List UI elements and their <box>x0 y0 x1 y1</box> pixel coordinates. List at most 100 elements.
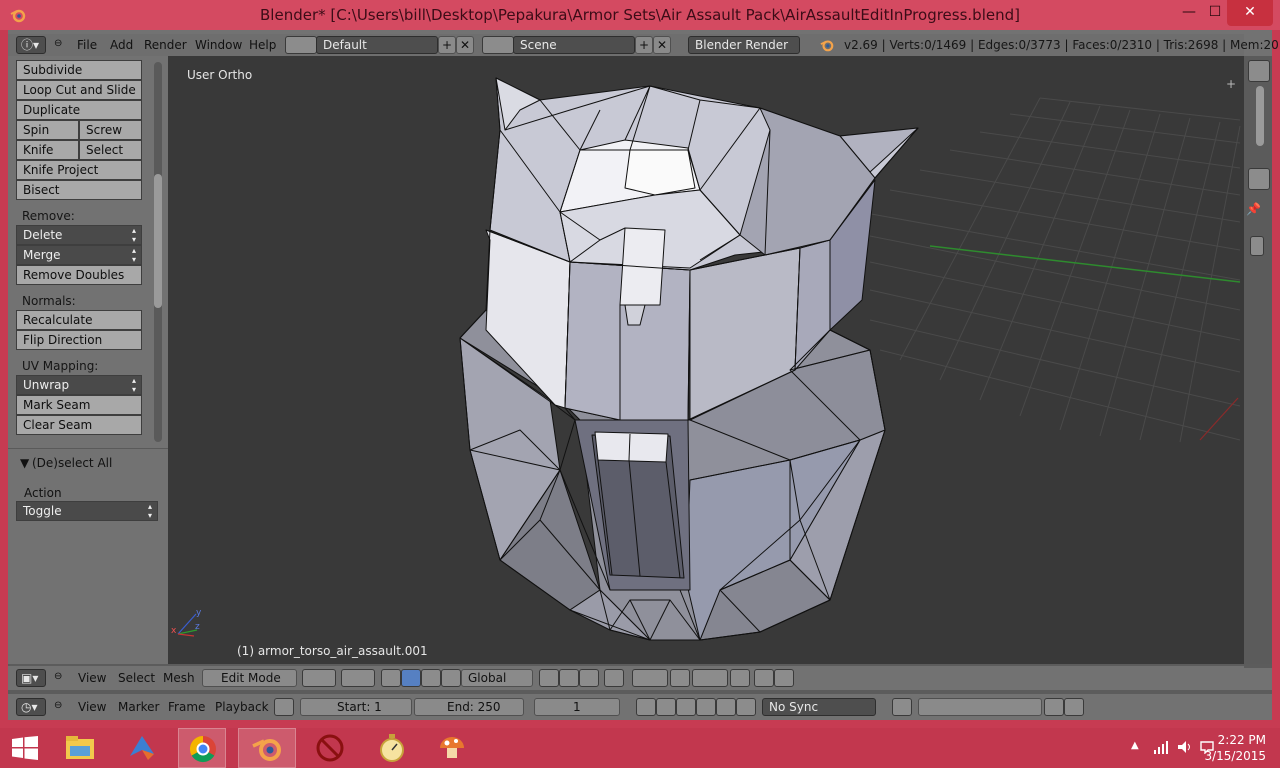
loop-cut-button[interactable]: Loop Cut and Slide <box>16 80 142 100</box>
windows-start-icon[interactable] <box>12 736 38 760</box>
viewport-plus-icon[interactable]: + <box>1226 78 1238 90</box>
app-bird-icon[interactable] <box>118 728 166 768</box>
network-signal-icon[interactable] <box>1153 740 1169 754</box>
menu-window[interactable]: Window <box>195 38 242 52</box>
collapse-menus-icon[interactable]: ⊖ <box>54 671 62 682</box>
limit-selection-icon[interactable] <box>604 669 624 687</box>
jump-prev-keyframe-icon[interactable] <box>656 698 676 716</box>
subdivide-button[interactable]: Subdivide <box>16 60 142 80</box>
menu-mesh[interactable]: Mesh <box>163 671 195 685</box>
remove-doubles-button[interactable]: Remove Doubles <box>16 265 142 285</box>
add-scene-icon[interactable]: + <box>635 36 653 54</box>
jump-start-icon[interactable] <box>636 698 656 716</box>
menu-add[interactable]: Add <box>110 38 133 52</box>
volume-icon[interactable] <box>1177 740 1193 754</box>
blocked-app-icon[interactable] <box>306 728 354 768</box>
menu-frame[interactable]: Frame <box>168 700 205 714</box>
pivot-point-icon[interactable] <box>341 669 375 687</box>
tool-shelf-scroll-thumb[interactable] <box>154 174 162 308</box>
vertex-select-icon[interactable] <box>539 669 559 687</box>
collapse-menus-icon[interactable]: ⊖ <box>54 38 62 49</box>
delete-scene-icon[interactable]: ✕ <box>653 36 671 54</box>
collapse-menus-icon[interactable]: ⊖ <box>54 700 62 711</box>
bisect-button[interactable]: Bisect <box>16 180 142 200</box>
blender-taskbar-icon[interactable] <box>238 728 296 768</box>
viewport-shading-icon[interactable] <box>302 669 336 687</box>
rotate-manipulator-icon[interactable] <box>421 669 441 687</box>
translate-manipulator-icon[interactable] <box>401 669 421 687</box>
knife-project-button[interactable]: Knife Project <box>16 160 142 180</box>
knife-button[interactable]: Knife <box>16 140 79 160</box>
recalculate-button[interactable]: Recalculate <box>16 310 142 330</box>
add-screen-icon[interactable]: + <box>438 36 456 54</box>
3d-viewport[interactable]: User Ortho (1) armor_torso_air_assault.0… <box>168 56 1244 664</box>
flip-direction-button[interactable]: Flip Direction <box>16 330 142 350</box>
scene-field[interactable]: Scene <box>513 36 635 54</box>
current-frame-field[interactable]: 1 <box>534 698 620 716</box>
play-reverse-icon[interactable] <box>676 698 696 716</box>
mushroom-app-icon[interactable] <box>428 728 476 768</box>
snap-toggle-icon[interactable] <box>670 669 690 687</box>
manipulator-toggle-icon[interactable] <box>381 669 401 687</box>
duplicate-button[interactable]: Duplicate <box>16 100 142 120</box>
close-button[interactable]: ✕ <box>1227 0 1273 26</box>
action-select[interactable]: Toggle <box>16 501 158 521</box>
sync-mode-select[interactable]: No Sync <box>762 698 876 716</box>
menu-marker[interactable]: Marker <box>118 700 159 714</box>
show-hidden-icons[interactable]: ▲ <box>1131 740 1139 751</box>
render-engine-select[interactable]: Blender Render <box>688 36 800 54</box>
menu-render[interactable]: Render <box>144 38 187 52</box>
outliner-scrollbar[interactable] <box>1256 86 1264 146</box>
end-frame-field[interactable]: End: 250 <box>414 698 524 716</box>
record-icon[interactable] <box>892 698 912 716</box>
properties-icon[interactable] <box>1248 168 1270 190</box>
editor-type-timeline-icon[interactable]: ◷▾ <box>16 698 46 716</box>
edge-select-icon[interactable] <box>559 669 579 687</box>
jump-next-keyframe-icon[interactable] <box>716 698 736 716</box>
menu-view[interactable]: View <box>78 700 106 714</box>
menu-select[interactable]: Select <box>118 671 155 685</box>
file-explorer-icon[interactable] <box>56 728 104 768</box>
delete-screen-icon[interactable]: ✕ <box>456 36 474 54</box>
transform-orientation-select[interactable]: Global <box>461 669 533 687</box>
editor-type-3d-icon[interactable]: ▣▾ <box>16 669 46 687</box>
unwrap-menu[interactable]: Unwrap <box>16 375 142 395</box>
system-clock[interactable]: 2:22 PM 3/15/2015 <box>1204 732 1266 764</box>
stopwatch-icon[interactable] <box>368 728 416 768</box>
collapse-arrow-icon[interactable]: ▼ <box>20 456 29 470</box>
spin-button[interactable]: Spin <box>16 120 79 140</box>
play-icon[interactable] <box>696 698 716 716</box>
knife-select-button[interactable]: Select <box>79 140 142 160</box>
menu-help[interactable]: Help <box>249 38 276 52</box>
window-titlebar[interactable]: Blender* [C:\Users\bill\Desktop\Pepakura… <box>0 0 1280 30</box>
properties-dropdown-icon[interactable] <box>1250 236 1264 256</box>
render-still-icon[interactable] <box>754 669 774 687</box>
screen-layout-icon[interactable] <box>285 36 317 54</box>
outliner-icon[interactable] <box>1248 60 1270 82</box>
menu-file[interactable]: File <box>77 38 97 52</box>
screw-button[interactable]: Screw <box>79 120 142 140</box>
editor-type-info-icon[interactable]: ⓘ▾ <box>16 36 46 54</box>
jump-end-icon[interactable] <box>736 698 756 716</box>
scene-icon[interactable] <box>482 36 514 54</box>
keying-set-field[interactable] <box>918 698 1042 716</box>
merge-menu[interactable]: Merge <box>16 245 142 265</box>
insert-keyframe-icon[interactable] <box>1044 698 1064 716</box>
mode-select[interactable]: Edit Mode <box>202 669 297 687</box>
menu-view[interactable]: View <box>78 671 106 685</box>
opengl-render-icon[interactable] <box>730 669 750 687</box>
delete-keyframe-icon[interactable] <box>1064 698 1084 716</box>
preview-range-icon[interactable] <box>274 698 294 716</box>
pin-icon[interactable]: 📌 <box>1246 202 1261 216</box>
mark-seam-button[interactable]: Mark Seam <box>16 395 142 415</box>
proportional-edit-icon[interactable] <box>632 669 668 687</box>
face-select-icon[interactable] <box>579 669 599 687</box>
menu-playback[interactable]: Playback <box>215 700 269 714</box>
snap-element-icon[interactable] <box>692 669 728 687</box>
clear-seam-button[interactable]: Clear Seam <box>16 415 142 435</box>
start-frame-field[interactable]: Start: 1 <box>300 698 412 716</box>
delete-menu[interactable]: Delete <box>16 225 142 245</box>
screen-layout-field[interactable]: Default <box>316 36 438 54</box>
render-anim-icon[interactable] <box>774 669 794 687</box>
maximize-button[interactable]: ☐ <box>1200 0 1230 26</box>
